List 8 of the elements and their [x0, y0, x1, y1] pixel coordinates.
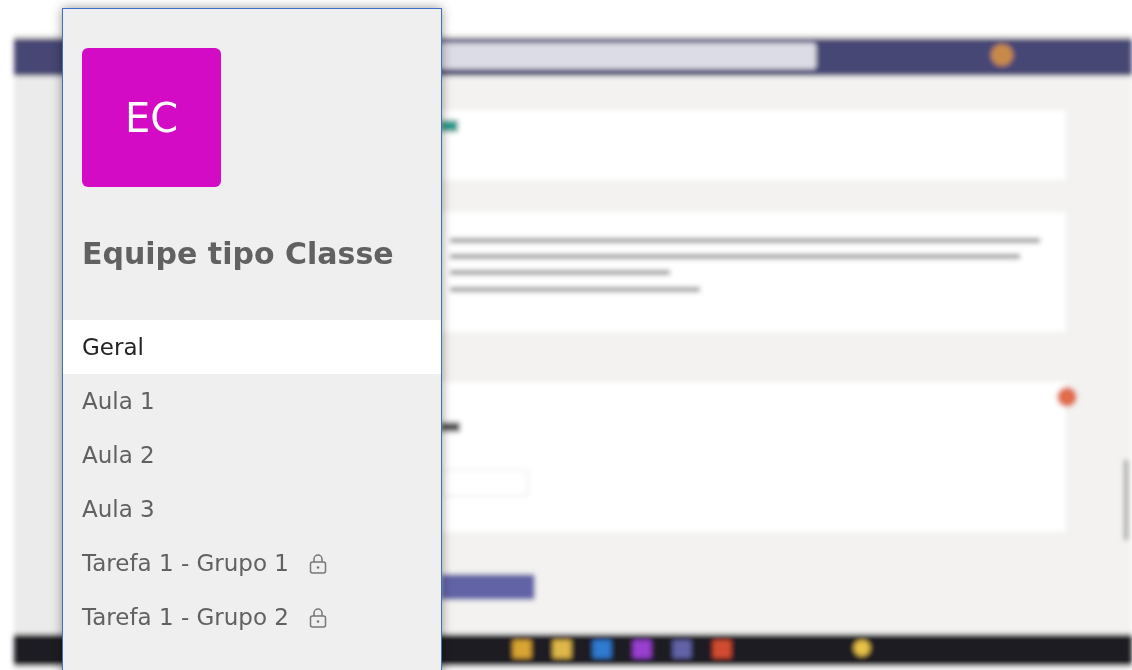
channel-item[interactable]: Geral: [63, 320, 441, 374]
team-name: Equipe tipo Classe: [82, 239, 395, 269]
channel-item[interactable]: Aula 3: [63, 482, 441, 536]
channel-item[interactable]: Tarefa 1 - Grupo 1: [63, 536, 441, 590]
channel-item[interactable]: Aula 1: [63, 374, 441, 428]
channel-item[interactable]: Aula 2: [63, 428, 441, 482]
channel-item[interactable]: Tarefa 1 - Grupo 2: [63, 590, 441, 644]
team-avatar: EC: [82, 48, 221, 187]
